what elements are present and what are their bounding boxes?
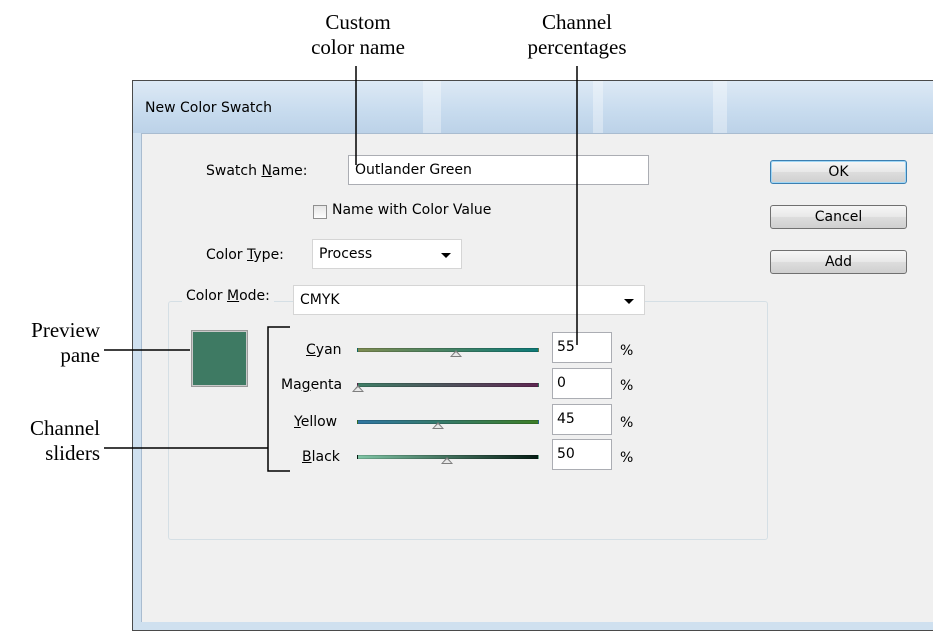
magenta-slider-thumb[interactable] (352, 385, 364, 392)
cyan-slider-thumb[interactable] (450, 350, 462, 357)
annotation-preview-pane: Preview pane (31, 318, 100, 367)
annotation-custom-color-name: Custom color name (311, 10, 405, 59)
color-mode-value: CMYK (300, 292, 340, 308)
swatch-name-input[interactable]: Outlander Green (348, 155, 649, 185)
yellow-percent-sign: % (620, 415, 634, 431)
new-color-swatch-dialog: New Color Swatch Swatch Name: Outlander … (132, 80, 933, 631)
channel-label-yellow: Yellow (294, 414, 338, 430)
swatch-name-label: Swatch Name: (206, 163, 308, 179)
annotation-channel-sliders: Channel sliders (30, 416, 100, 465)
title-bar-highlight (593, 81, 603, 133)
color-mode-label: Color Mode: (182, 288, 274, 304)
chevron-down-icon (624, 299, 634, 304)
dialog-title: New Color Swatch (145, 100, 272, 116)
channel-label-cyan: Cyan (306, 342, 342, 358)
add-button[interactable]: Add (770, 250, 907, 274)
color-mode-dropdown[interactable]: CMYK (293, 285, 645, 315)
magenta-value-input[interactable]: 0 (552, 368, 612, 399)
yellow-slider-thumb[interactable] (432, 422, 444, 429)
yellow-slider-track[interactable] (357, 420, 539, 424)
magenta-slider-track[interactable] (357, 383, 539, 387)
yellow-value-input[interactable]: 45 (552, 404, 612, 435)
cyan-slider-track[interactable] (357, 348, 539, 352)
magenta-percent-sign: % (620, 378, 634, 394)
chevron-down-icon (441, 253, 451, 258)
black-slider-thumb[interactable] (441, 457, 453, 464)
color-type-dropdown[interactable]: Process (312, 239, 462, 269)
color-type-label: Color Type: (206, 247, 284, 263)
cancel-button[interactable]: Cancel (770, 205, 907, 229)
cyan-value-input[interactable]: 55 (552, 332, 612, 363)
channel-label-magenta: Magenta (281, 377, 343, 393)
color-type-value: Process (319, 246, 373, 262)
channel-label-black: Black (302, 449, 340, 465)
title-bar[interactable]: New Color Swatch (133, 81, 933, 133)
cyan-percent-sign: % (620, 343, 634, 359)
color-preview-pane (191, 330, 248, 387)
ok-button[interactable]: OK (770, 160, 907, 184)
dialog-content: Swatch Name: Outlander Green Name with C… (141, 133, 933, 622)
name-with-color-value-checkbox[interactable] (313, 205, 327, 219)
black-percent-sign: % (620, 450, 634, 466)
annotation-channel-percentages: Channel percentages (527, 10, 627, 59)
title-bar-highlight (713, 81, 727, 133)
title-bar-highlight (423, 81, 441, 133)
name-with-color-value-label: Name with Color Value (332, 202, 492, 218)
black-value-input[interactable]: 50 (552, 439, 612, 470)
